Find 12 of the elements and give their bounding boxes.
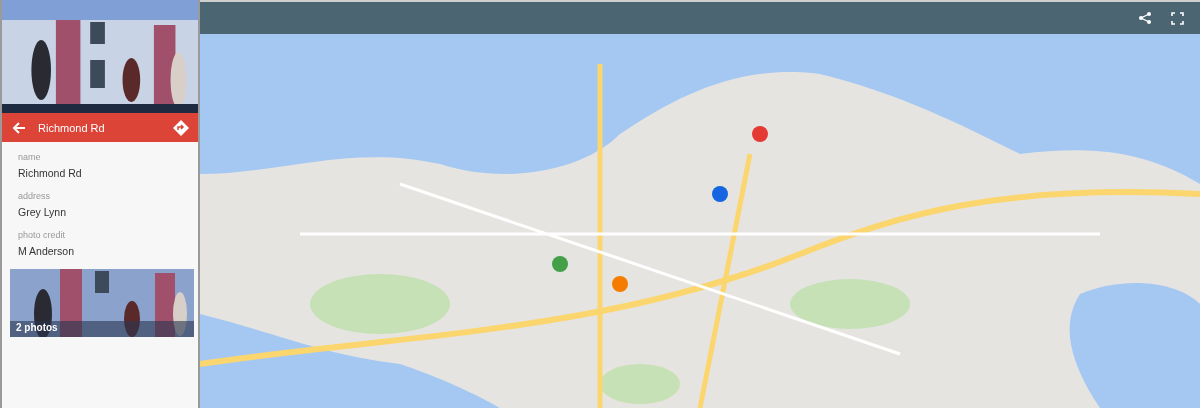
photo-thumbnail[interactable]: 2 photos bbox=[10, 269, 190, 337]
field-label: address bbox=[18, 191, 52, 201]
photo-count: 2 photos bbox=[16, 322, 58, 333]
share-icon[interactable] bbox=[1139, 12, 1151, 24]
field-label: photo credit bbox=[18, 230, 67, 240]
place-title: Richmond Rd bbox=[38, 121, 106, 134]
fullscreen-icon[interactable] bbox=[1171, 11, 1184, 25]
field-value: Grey Lynn bbox=[18, 206, 68, 218]
directions-icon[interactable] bbox=[172, 118, 190, 137]
field-label: name bbox=[18, 152, 42, 162]
field-value: Richmond Rd bbox=[18, 167, 83, 179]
field-value: M Anderson bbox=[18, 245, 76, 257]
